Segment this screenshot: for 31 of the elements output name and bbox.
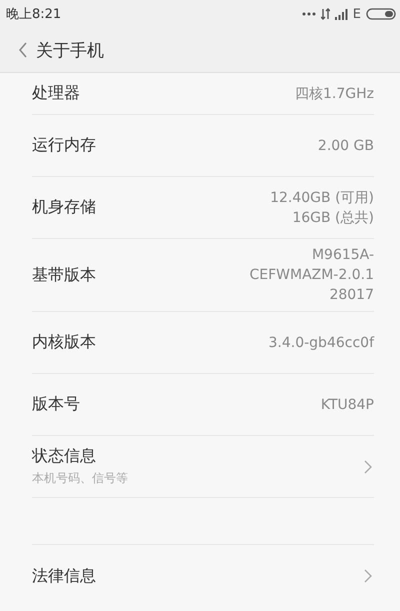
item-label: 版本号: [32, 394, 80, 415]
item-subtitle: 本机号码、信号等: [32, 470, 128, 487]
item-label: 状态信息: [32, 446, 97, 467]
dots-icon: [302, 11, 316, 17]
item-label: 机身存储: [32, 197, 96, 218]
item-label: 处理器: [32, 83, 80, 104]
signal-icon: [334, 8, 348, 20]
item-label: 运行内存: [32, 135, 96, 156]
item-label: 基带版本: [32, 264, 96, 286]
item-label: 法律信息: [32, 566, 96, 586]
item-value: 16GB (总共): [292, 208, 374, 228]
network-type: E: [352, 6, 361, 22]
settings-item[interactable]: 状态信息 本机号码、信号等: [32, 436, 374, 498]
back-button[interactable]: [18, 42, 28, 58]
item-value: 2.00 GB: [318, 136, 374, 156]
item-value: 12.40GB (可用): [270, 188, 374, 208]
chevron-icon: [364, 569, 372, 583]
page-title: 关于手机: [36, 40, 104, 62]
item-value: 3.4.0-gb46cc0f: [268, 334, 374, 352]
status-time: 晚上8:21: [6, 6, 62, 23]
item-label: 内核版本: [32, 332, 96, 353]
back-icon: [18, 42, 28, 58]
item-value: 四核1.7GHz: [295, 84, 374, 104]
battery-icon: [366, 8, 396, 20]
data-arrows-icon: [320, 8, 330, 20]
chevron-icon: [364, 460, 372, 474]
settings-item[interactable]: 法律信息: [32, 545, 374, 607]
item-value: 28017: [329, 286, 374, 305]
item-value: KTU84P: [320, 396, 374, 414]
item-value: CEFWMAZM-2.0.1: [249, 266, 374, 285]
item-value: M9615A-: [312, 246, 374, 265]
